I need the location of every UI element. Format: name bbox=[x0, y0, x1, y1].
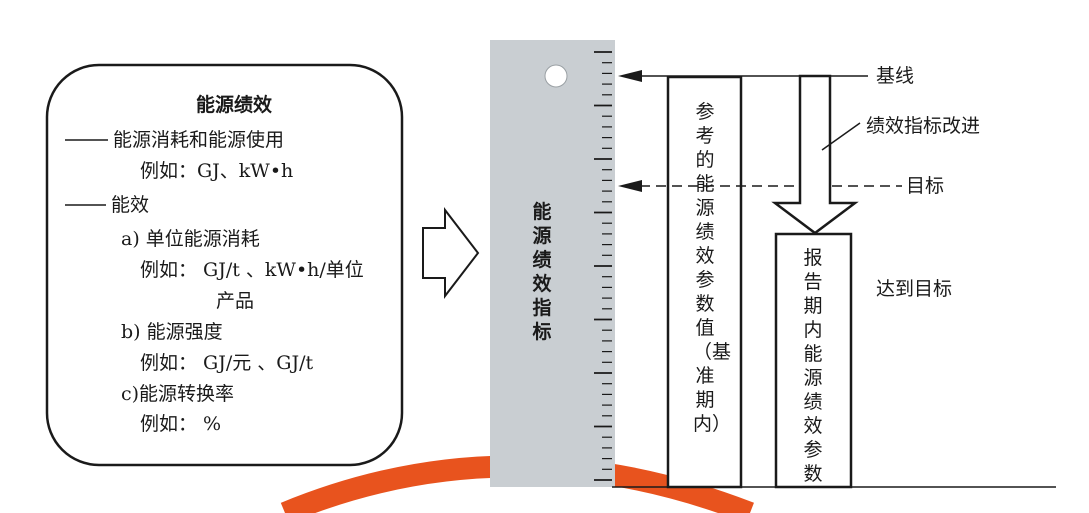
item2-label: 能效 bbox=[111, 194, 150, 216]
item1-label: 能源消耗和能源使用 bbox=[113, 129, 285, 151]
improvement-annotation: 绩效指标改进 bbox=[866, 115, 981, 137]
item1-example: 例如：GJ、kW•h bbox=[140, 160, 294, 182]
ruler-label: 能源绩效指标 bbox=[532, 201, 552, 343]
improvement-down-arrow bbox=[771, 74, 859, 235]
item-a-label: a) 单位能源消耗 bbox=[121, 228, 260, 250]
item-c-label: c)能源转换率 bbox=[121, 383, 235, 405]
item-b-label: b) 能源强度 bbox=[121, 321, 223, 343]
item-a-example-2: 产品 bbox=[216, 290, 255, 312]
item-b-example: 例如： GJ/元 、GJ/t bbox=[140, 352, 314, 374]
item-a-example-1: 例如： GJ/t 、kW•h/单位 bbox=[140, 259, 364, 281]
hollow-right-arrow bbox=[422, 207, 480, 299]
baseline-bar-label: 参考的能源绩效参数值（基准期内） bbox=[693, 101, 732, 435]
target-annotation: 目标 bbox=[906, 175, 945, 197]
item-c-example: 例如： % bbox=[140, 413, 222, 435]
report-bar-label: 报告期内能源绩效参数 bbox=[803, 247, 823, 485]
ruler-hole bbox=[544, 64, 568, 88]
target-arrowhead bbox=[618, 180, 642, 192]
baseline-annotation: 基线 bbox=[876, 65, 915, 87]
reached-annotation: 达到目标 bbox=[876, 278, 953, 300]
left-box-title: 能源绩效 bbox=[196, 94, 273, 116]
baseline-arrowhead bbox=[618, 70, 642, 82]
